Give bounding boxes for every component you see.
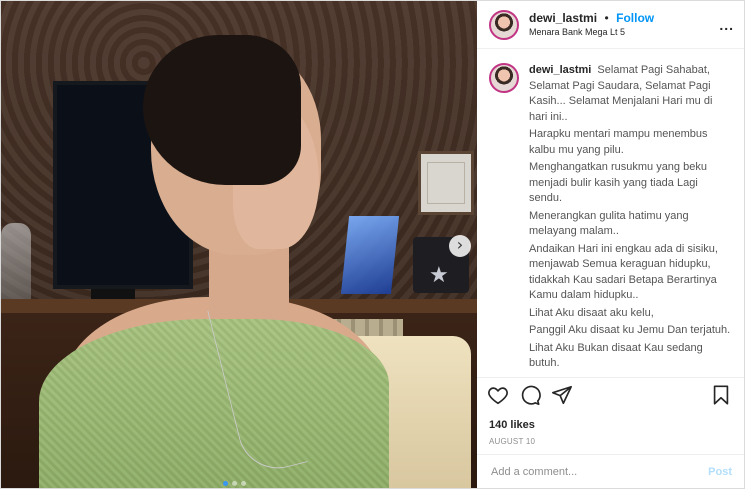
carousel-dots bbox=[223, 481, 246, 486]
blue-trophy bbox=[340, 216, 400, 294]
comment-input[interactable] bbox=[489, 464, 709, 479]
caption: dewi_lastmi Selamat Pagi Sahabat, Selama… bbox=[529, 63, 732, 374]
like-button[interactable] bbox=[487, 384, 511, 408]
carousel-dot bbox=[232, 481, 237, 486]
caption-line: Andaikan Hari ini engkau ada di sisiku, … bbox=[529, 242, 718, 302]
chevron-right-icon: › bbox=[456, 235, 464, 254]
carousel-dot-active bbox=[223, 481, 228, 486]
more-options-button[interactable]: ... bbox=[719, 17, 734, 33]
add-comment-bar: Post bbox=[477, 454, 744, 488]
caption-line: Panggil Aku disaat ku Jemu Dan terjatuh. bbox=[529, 324, 731, 336]
television-stand bbox=[91, 289, 135, 299]
post-side-panel: dewi_lastmi • Follow Menara Bank Mega Lt… bbox=[477, 1, 744, 488]
green-sweater bbox=[39, 319, 389, 488]
comment-button[interactable] bbox=[519, 384, 543, 408]
post-photo[interactable]: ★ › bbox=[1, 1, 477, 488]
header-separator: • bbox=[604, 10, 609, 25]
caption-line: Menghangatkan rusukmu yang beku menjadi … bbox=[529, 161, 707, 204]
bookmark-icon bbox=[713, 384, 729, 405]
person-hair bbox=[143, 35, 301, 185]
post-date[interactable]: AUGUST 10 bbox=[477, 431, 744, 454]
post-comment-button[interactable]: Post bbox=[708, 466, 732, 478]
header-text: dewi_lastmi • Follow Menara Bank Mega Lt… bbox=[529, 11, 719, 39]
caption-avatar[interactable] bbox=[489, 63, 519, 93]
instagram-post: ★ › dewi_lastmi • Follow Menara Bank Meg… bbox=[0, 0, 745, 489]
save-button[interactable] bbox=[710, 384, 734, 408]
send-icon bbox=[552, 385, 572, 404]
post-header: dewi_lastmi • Follow Menara Bank Mega Lt… bbox=[477, 1, 744, 49]
avatar[interactable] bbox=[489, 9, 519, 40]
caption-username[interactable]: dewi_lastmi bbox=[529, 64, 591, 76]
carousel-next-button[interactable]: › bbox=[449, 235, 471, 257]
caption-line: Menerangkan gulita hatimu yang melayang … bbox=[529, 209, 689, 238]
heart-icon bbox=[488, 386, 508, 404]
comments-area: dewi_lastmi Selamat Pagi Sahabat, Selama… bbox=[477, 49, 744, 377]
carousel-dot bbox=[241, 481, 246, 486]
wall-certificate bbox=[418, 151, 474, 215]
caption-line: Lihat Aku disaat aku kelu, bbox=[529, 306, 654, 319]
likes-count[interactable]: 140 likes bbox=[477, 413, 744, 431]
caption-line: Lihat Aku Bukan disaat Kau sedang butuh. bbox=[529, 341, 703, 370]
header-username[interactable]: dewi_lastmi bbox=[529, 11, 597, 25]
share-button[interactable] bbox=[551, 384, 575, 408]
caption-line: Harapku mentari mampu menembus kalbu mu … bbox=[529, 128, 708, 156]
location-link[interactable]: Menara Bank Mega Lt 5 bbox=[529, 25, 719, 39]
action-bar bbox=[477, 377, 744, 413]
glass-vase bbox=[1, 223, 31, 305]
comment-icon bbox=[521, 385, 541, 405]
star-icon: ★ bbox=[429, 263, 449, 288]
follow-button[interactable]: Follow bbox=[616, 11, 654, 25]
